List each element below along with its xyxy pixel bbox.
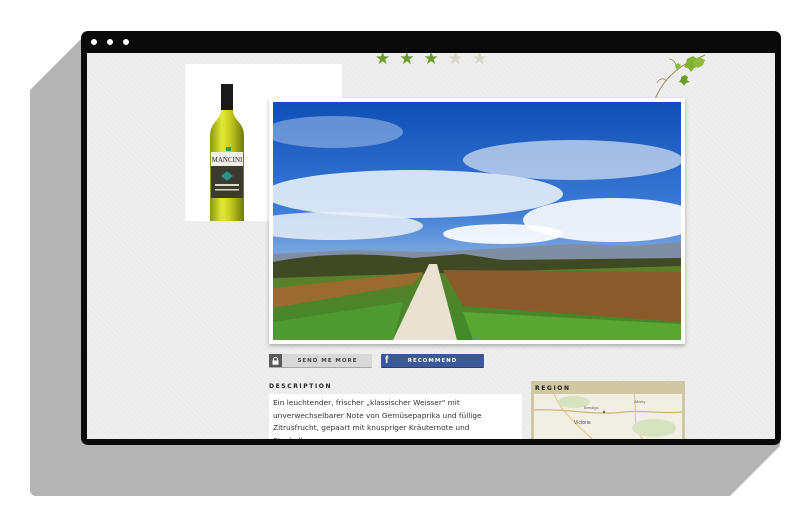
- browser-window: ★ ★ ★ ★ ★ MANCINI SEND ME MORE f RECOMME…: [81, 31, 781, 445]
- recommend-button[interactable]: f RECOMMEND: [381, 354, 484, 368]
- window-dot-close[interactable]: [91, 39, 97, 45]
- vine-icon: [654, 54, 706, 100]
- region-heading: REGION: [535, 385, 571, 392]
- map-label-bendigo: Bendigo: [584, 405, 599, 410]
- window-dot-minimize[interactable]: [107, 39, 113, 45]
- star-icon[interactable]: ★: [448, 53, 463, 68]
- star-icon[interactable]: ★: [472, 53, 487, 68]
- map-label-albury: Albury: [634, 399, 645, 404]
- description-heading: DESCRIPTION: [269, 383, 333, 390]
- recommend-label: RECOMMEND: [407, 357, 458, 364]
- description-text: Ein leuchtender, frischer „klassischer W…: [269, 394, 522, 439]
- send-me-more-label: SEND ME MORE: [297, 357, 358, 364]
- send-me-more-button[interactable]: SEND ME MORE: [269, 354, 372, 368]
- region-map[interactable]: Bendigo Albury Victoria: [534, 394, 682, 439]
- vineyard-landscape-image: [273, 102, 681, 340]
- map-label-victoria: Victoria: [574, 420, 591, 426]
- bottle-label-text: MANCINI: [212, 156, 243, 164]
- page-viewport: ★ ★ ★ ★ ★ MANCINI SEND ME MORE f RECOMME…: [87, 53, 775, 439]
- vineyard-photo[interactable]: [269, 98, 685, 344]
- star-icon[interactable]: ★: [399, 53, 414, 68]
- lock-icon: [269, 354, 282, 367]
- rating-stars: ★ ★ ★ ★ ★: [375, 53, 487, 68]
- star-icon[interactable]: ★: [424, 53, 439, 68]
- star-icon[interactable]: ★: [375, 53, 390, 68]
- window-dot-maximize[interactable]: [123, 39, 129, 45]
- facebook-icon: f: [385, 355, 390, 366]
- region-panel: REGION Bendigo Albury Victoria: [531, 381, 685, 439]
